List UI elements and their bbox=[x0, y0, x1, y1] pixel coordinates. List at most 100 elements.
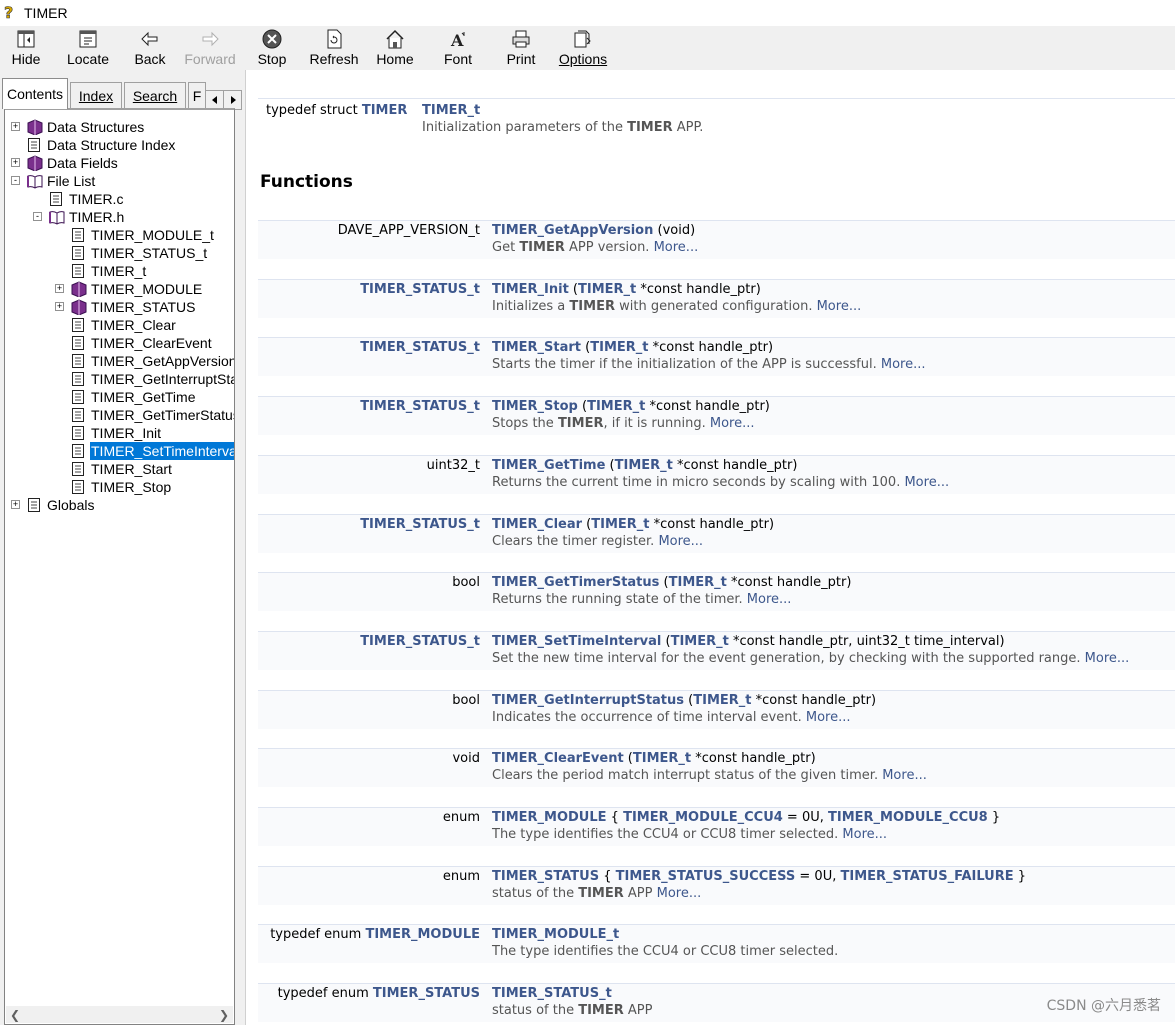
locate-button[interactable]: Locate bbox=[52, 26, 124, 70]
typedef-struct-desc: Initialization parameters of the TIMER A… bbox=[422, 120, 704, 135]
function-name-link[interactable]: TIMER_SetTimeInterval bbox=[492, 634, 661, 649]
more-link[interactable]: More... bbox=[842, 827, 887, 842]
collapse-icon[interactable]: - bbox=[11, 176, 20, 185]
tree-item[interactable]: TIMER_STATUS_t bbox=[5, 244, 234, 262]
book-icon bbox=[71, 281, 87, 298]
function-name-link[interactable]: TIMER_Stop bbox=[492, 399, 578, 414]
tree-item[interactable]: TIMER_SetTimeInterval bbox=[5, 441, 234, 461]
function-return-type: TIMER_STATUS_t bbox=[360, 282, 480, 297]
tree-item[interactable]: + Data Fields bbox=[5, 154, 234, 172]
scroll-left-arrow-icon[interactable]: ❮ bbox=[10, 1008, 20, 1022]
more-link[interactable]: More... bbox=[806, 710, 851, 725]
timer-t-link[interactable]: TIMER_t bbox=[422, 103, 480, 118]
tab-contents[interactable]: Contents bbox=[2, 78, 68, 109]
more-link[interactable]: More... bbox=[658, 534, 703, 549]
more-link[interactable]: More... bbox=[904, 475, 949, 490]
tree-item[interactable]: + TIMER_STATUS bbox=[5, 298, 234, 316]
function-name-link[interactable]: TIMER_STATUS_t bbox=[492, 986, 612, 1001]
function-name-link[interactable]: TIMER_Start bbox=[492, 340, 581, 355]
page-icon bbox=[71, 227, 87, 243]
tab-scroll-right[interactable] bbox=[223, 90, 242, 110]
expand-icon[interactable]: + bbox=[11, 500, 20, 509]
more-link[interactable]: More... bbox=[747, 592, 792, 607]
tree-item[interactable]: TIMER.c bbox=[5, 190, 234, 208]
page-icon bbox=[27, 497, 43, 513]
typedef-struct-type: typedef struct TIMER bbox=[266, 103, 408, 118]
more-link[interactable]: More... bbox=[654, 240, 699, 255]
tree-item[interactable]: - File List bbox=[5, 172, 234, 190]
function-return-type: typedef enum TIMER_STATUS bbox=[277, 986, 480, 1001]
function-description: The type identifies the CCU4 or CCU8 tim… bbox=[492, 827, 888, 842]
function-name-link[interactable]: TIMER_GetInterruptStatus bbox=[492, 693, 684, 708]
expand-icon[interactable]: + bbox=[11, 158, 20, 167]
stop-button[interactable]: Stop bbox=[244, 26, 300, 70]
navigation-pane: Contents Index Search F + Data Structures… bbox=[0, 70, 246, 1025]
more-link[interactable]: More... bbox=[881, 357, 926, 372]
forward-button[interactable]: Forward bbox=[176, 26, 244, 70]
tree-item[interactable]: TIMER_GetTimerStatus bbox=[5, 406, 234, 424]
function-name-link[interactable]: TIMER_MODULE bbox=[492, 810, 607, 825]
tree-item[interactable]: TIMER_GetInterruptStatus bbox=[5, 370, 234, 388]
tree-item[interactable]: TIMER_GetAppVersion bbox=[5, 352, 234, 370]
tab-favorites[interactable]: F bbox=[188, 82, 206, 108]
page-icon bbox=[49, 191, 65, 207]
more-link[interactable]: More... bbox=[657, 886, 702, 901]
scroll-right-arrow-icon[interactable]: ❯ bbox=[219, 1008, 229, 1022]
more-link[interactable]: More... bbox=[882, 768, 927, 783]
back-button[interactable]: Back bbox=[124, 26, 176, 70]
timer-type-link[interactable]: TIMER bbox=[362, 103, 408, 118]
function-name-link[interactable]: TIMER_Init bbox=[492, 282, 569, 297]
tree-horizontal-scrollbar[interactable]: ❮ ❯ bbox=[6, 1006, 233, 1023]
function-signature: TIMER_ClearEvent (TIMER_t *const handle_… bbox=[492, 751, 816, 766]
tree-item[interactable]: - TIMER.h bbox=[5, 208, 234, 226]
expand-icon[interactable]: + bbox=[55, 284, 64, 293]
more-link[interactable]: More... bbox=[817, 299, 862, 314]
tree-item-label: TIMER_ClearEvent bbox=[91, 335, 212, 351]
function-description: Starts the timer if the initialization o… bbox=[492, 357, 926, 372]
options-button[interactable]: Options bbox=[548, 26, 618, 70]
tab-index[interactable]: Index bbox=[70, 82, 122, 108]
home-button[interactable]: Home bbox=[368, 26, 422, 70]
function-name-link[interactable]: TIMER_GetTimerStatus bbox=[492, 575, 659, 590]
function-description: Returns the current time in micro second… bbox=[492, 475, 950, 490]
tab-scroll-left[interactable] bbox=[205, 90, 224, 110]
more-link[interactable]: More... bbox=[710, 416, 755, 431]
function-name-link[interactable]: TIMER_ClearEvent bbox=[492, 751, 624, 766]
tree-item[interactable]: + Globals bbox=[5, 496, 234, 514]
tree-item[interactable]: + Data Structures bbox=[5, 118, 234, 136]
font-button[interactable]: A Font bbox=[422, 26, 494, 70]
function-description: Indicates the occurrence of time interva… bbox=[492, 710, 851, 725]
function-return-type: TIMER_STATUS_t bbox=[360, 399, 480, 414]
function-name-link[interactable]: TIMER_Clear bbox=[492, 517, 582, 532]
function-name-link[interactable]: TIMER_MODULE_t bbox=[492, 927, 619, 942]
tree-item[interactable]: TIMER_Start bbox=[5, 460, 234, 478]
collapse-icon[interactable]: - bbox=[33, 212, 42, 221]
tree-item[interactable]: TIMER_GetTime bbox=[5, 388, 234, 406]
page-icon bbox=[71, 479, 87, 495]
print-button[interactable]: Print bbox=[494, 26, 548, 70]
tree-item[interactable]: TIMER_Init bbox=[5, 424, 234, 442]
more-link[interactable]: More... bbox=[1085, 651, 1130, 666]
page-icon bbox=[71, 263, 87, 279]
hide-button[interactable]: Hide bbox=[0, 26, 52, 70]
expand-icon[interactable]: + bbox=[55, 302, 64, 311]
tree-item[interactable]: TIMER_ClearEvent bbox=[5, 334, 234, 352]
tree-item-label: TIMER_GetInterruptStatus bbox=[91, 371, 234, 387]
function-signature: TIMER_STATUS_t bbox=[492, 986, 612, 1001]
tree-item[interactable]: + TIMER_MODULE bbox=[5, 280, 234, 298]
page-icon bbox=[27, 137, 43, 153]
function-signature: TIMER_GetAppVersion (void) bbox=[492, 223, 696, 238]
function-name-link[interactable]: TIMER_GetAppVersion bbox=[492, 223, 653, 238]
refresh-button[interactable]: Refresh bbox=[300, 26, 368, 70]
book-icon bbox=[27, 119, 43, 136]
expand-icon[interactable]: + bbox=[11, 122, 20, 131]
tree-item[interactable]: TIMER_Clear bbox=[5, 316, 234, 334]
tree-item[interactable]: TIMER_Stop bbox=[5, 478, 234, 496]
function-signature: TIMER_Init (TIMER_t *const handle_ptr) bbox=[492, 282, 761, 297]
tree-item[interactable]: Data Structure Index bbox=[5, 136, 234, 154]
function-name-link[interactable]: TIMER_GetTime bbox=[492, 458, 605, 473]
tab-search[interactable]: Search bbox=[124, 82, 186, 108]
tree-item[interactable]: TIMER_MODULE_t bbox=[5, 226, 234, 244]
tree-item[interactable]: TIMER_t bbox=[5, 262, 234, 280]
function-name-link[interactable]: TIMER_STATUS bbox=[492, 869, 599, 884]
